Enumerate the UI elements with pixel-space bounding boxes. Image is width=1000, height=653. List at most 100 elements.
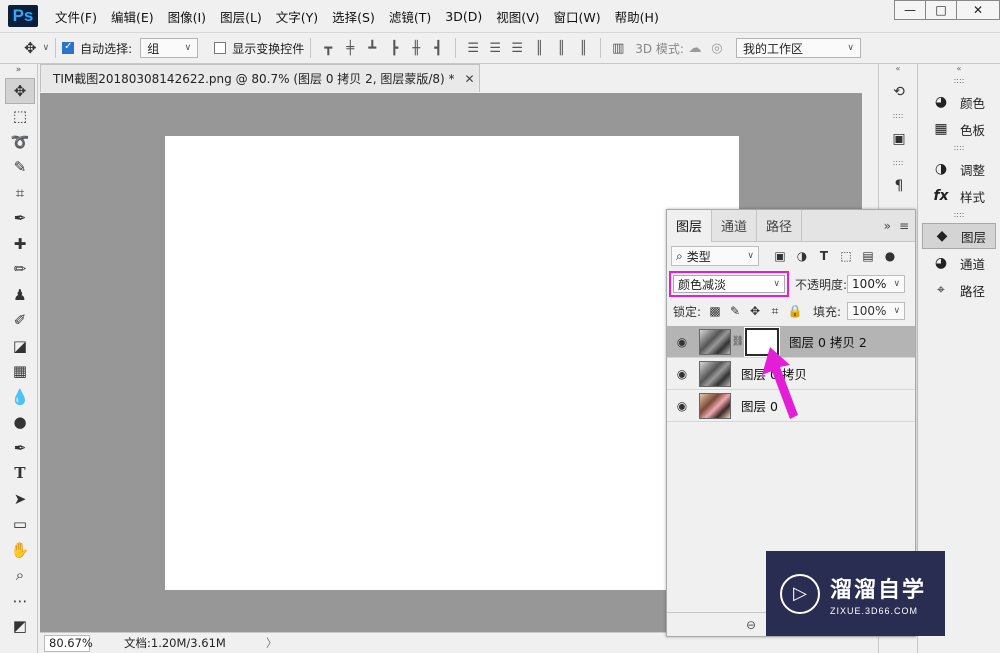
healing-brush-tool-icon[interactable]: ✚ — [5, 231, 35, 257]
menu-edit[interactable]: 编辑(E) — [104, 7, 161, 26]
auto-select-checkbox[interactable] — [62, 41, 75, 54]
workspace-dropdown[interactable]: 我的工作区 ∨ — [735, 38, 861, 58]
restore-button[interactable]: □ — [925, 0, 957, 20]
menu-layer[interactable]: 图层(L) — [213, 7, 269, 26]
blur-tool-icon[interactable]: 💧 — [5, 384, 35, 410]
filter-kind-dropdown[interactable]: ⌕ 类型 ∨ — [671, 246, 759, 266]
paragraph-icon[interactable]: ¶ — [885, 173, 913, 199]
tool-preset-caret-icon[interactable]: ∨ — [43, 43, 50, 53]
dock-item-swatches[interactable]: ▦ 色板 — [922, 116, 996, 142]
lock-artboard-icon[interactable]: ⌗ — [765, 304, 785, 319]
distribute-top-icon[interactable]: ☰ — [462, 38, 484, 58]
layer-thumbnail[interactable] — [699, 392, 731, 419]
dock-item-color[interactable]: ◕ 颜色 — [922, 89, 996, 115]
mask-link-icon[interactable]: ⛓ — [731, 336, 745, 347]
visibility-eye-icon[interactable]: ◉ — [667, 335, 697, 349]
expand-icon[interactable]: » — [884, 219, 891, 233]
close-icon[interactable]: ✕ — [465, 72, 475, 86]
lock-position-icon[interactable]: ✥ — [745, 304, 765, 318]
quick-select-tool-icon[interactable]: ✎ — [5, 155, 35, 181]
history-brush-tool-icon[interactable]: ✐ — [5, 308, 35, 334]
move-tool-icon[interactable]: ✥ — [24, 39, 37, 57]
lock-transparent-icon[interactable]: ▩ — [705, 304, 725, 318]
distribute-hcenter-icon[interactable]: ║ — [550, 38, 572, 58]
tab-layers[interactable]: 图层 — [667, 209, 713, 242]
filter-pixel-icon[interactable]: ▣ — [769, 249, 791, 263]
dock-item-adjustments[interactable]: ◑ 调整 — [922, 156, 996, 182]
chevron-right-icon[interactable]: 〉 — [266, 635, 278, 651]
menu-image[interactable]: 图像(I) — [161, 7, 213, 26]
clone-stamp-tool-icon[interactable]: ♟ — [5, 282, 35, 308]
zoom-tool-icon[interactable]: ⌕ — [5, 563, 35, 589]
brush-tool-icon[interactable]: ✏ — [5, 257, 35, 283]
fill-field[interactable]: 100% ∨ — [847, 302, 906, 320]
panel-collapse-icon[interactable]: « — [918, 64, 1000, 76]
menu-3d[interactable]: 3D(D) — [438, 9, 489, 24]
move-tool-icon[interactable]: ✥ — [5, 78, 35, 104]
visibility-eye-icon[interactable]: ◉ — [667, 367, 697, 381]
menu-type[interactable]: 文字(Y) — [269, 7, 325, 26]
more-tools-icon[interactable]: ⋯ — [5, 588, 35, 614]
align-hcenter-icon[interactable]: ╫ — [405, 38, 427, 58]
opacity-field[interactable]: 100% ∨ — [847, 275, 906, 293]
filter-adjustment-icon[interactable]: ◑ — [791, 249, 813, 263]
dock-item-styles[interactable]: fx 样式 — [922, 183, 996, 209]
menu-window[interactable]: 窗口(W) — [547, 7, 608, 26]
filter-toggle-icon[interactable]: ● — [879, 249, 901, 263]
lock-all-icon[interactable]: 🔒 — [785, 304, 805, 318]
color-swatches-icon[interactable]: ◩ — [5, 614, 35, 640]
crop-tool-icon[interactable]: ⌗ — [5, 180, 35, 206]
lock-image-icon[interactable]: ✎ — [725, 304, 745, 318]
close-button[interactable]: ✕ — [956, 0, 1000, 20]
pen-tool-icon[interactable]: ✒ — [5, 435, 35, 461]
filter-shape-icon[interactable]: ⬚ — [835, 249, 857, 263]
dock-item-channels[interactable]: ◕ 通道 — [922, 250, 996, 276]
align-bottom-icon[interactable]: ┻ — [361, 38, 383, 58]
document-tab[interactable]: TIM截图20180308142622.png @ 80.7% (图层 0 拷贝… — [40, 64, 480, 92]
history-icon[interactable]: ⟲ — [885, 79, 913, 105]
marquee-tool-icon[interactable]: ⬚ — [5, 104, 35, 130]
document-canvas[interactable] — [165, 136, 739, 590]
auto-select-dropdown[interactable]: 组 ∨ — [140, 38, 199, 58]
gradient-tool-icon[interactable]: ▦ — [5, 359, 35, 385]
dodge-tool-icon[interactable]: ● — [5, 410, 35, 436]
eraser-tool-icon[interactable]: ◪ — [5, 333, 35, 359]
visibility-eye-icon[interactable]: ◉ — [667, 399, 697, 413]
distribute-right-icon[interactable]: ║ — [572, 38, 594, 58]
blend-mode-dropdown[interactable]: 颜色减淡 ∨ — [673, 275, 785, 293]
panel-collapse-icon[interactable]: » — [0, 64, 37, 78]
distribute-vcenter-icon[interactable]: ☰ — [484, 38, 506, 58]
eyedropper-tool-icon[interactable]: ✒ — [5, 206, 35, 232]
align-top-icon[interactable]: ┳ — [317, 38, 339, 58]
hand-tool-icon[interactable]: ✋ — [5, 537, 35, 563]
type-tool-icon[interactable]: T — [5, 461, 35, 487]
align-right-icon[interactable]: ┫ — [427, 38, 449, 58]
panel-collapse-icon[interactable]: « — [879, 64, 917, 76]
align-left-icon[interactable]: ┣ — [383, 38, 405, 58]
show-transform-checkbox[interactable] — [214, 42, 227, 54]
3d-roll-icon[interactable]: ◎ — [706, 38, 728, 58]
distribute-bottom-icon[interactable]: ☰ — [506, 38, 528, 58]
panel-menu-icon[interactable]: ≡ — [899, 219, 909, 233]
layer-thumbnail[interactable] — [699, 328, 731, 355]
layer-thumbnail[interactable] — [699, 360, 731, 387]
properties-icon[interactable]: ▣ — [885, 126, 913, 152]
menu-file[interactable]: 文件(F) — [48, 7, 104, 26]
distribute-left-icon[interactable]: ║ — [528, 38, 550, 58]
dock-item-paths[interactable]: ⌖ 路径 — [922, 277, 996, 303]
align-vcenter-icon[interactable]: ╪ — [339, 38, 361, 58]
dock-item-layers[interactable]: ◆ 图层 — [922, 223, 996, 249]
lasso-tool-icon[interactable]: ➰ — [5, 129, 35, 155]
tab-paths[interactable]: 路径 — [757, 209, 803, 242]
minimize-button[interactable]: — — [894, 0, 926, 20]
rectangle-tool-icon[interactable]: ▭ — [5, 512, 35, 538]
link-layers-icon[interactable]: ⊖ — [746, 618, 756, 632]
tab-channels[interactable]: 通道 — [712, 209, 758, 242]
path-selection-tool-icon[interactable]: ➤ — [5, 486, 35, 512]
filter-type-icon[interactable]: T — [813, 249, 835, 263]
menu-view[interactable]: 视图(V) — [489, 7, 546, 26]
menu-select[interactable]: 选择(S) — [325, 7, 382, 26]
3d-orbit-icon[interactable]: ☁ — [684, 38, 706, 58]
auto-align-icon[interactable]: ▥ — [607, 38, 629, 58]
menu-filter[interactable]: 滤镜(T) — [382, 7, 438, 26]
